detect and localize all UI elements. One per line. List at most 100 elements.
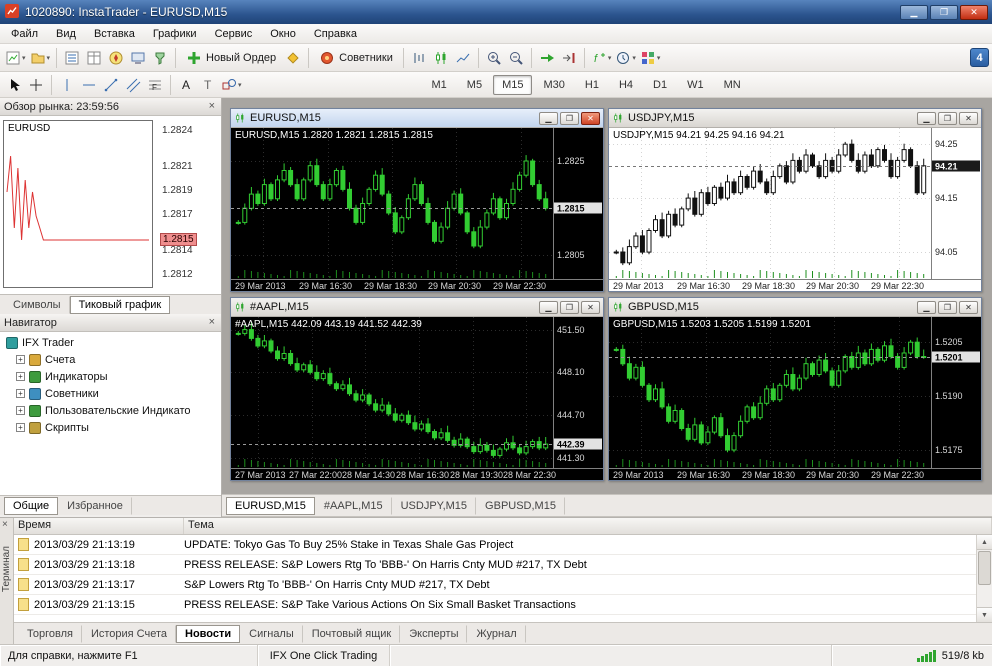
- chart-tab-active[interactable]: EURUSD,M15: [226, 496, 315, 515]
- tree-item[interactable]: + Пользовательские Индикато: [0, 402, 221, 419]
- terminal-tab-tab[interactable]: Журнал: [467, 624, 526, 643]
- navigator-icon[interactable]: [105, 47, 127, 69]
- minimize-button[interactable]: ▁: [917, 300, 936, 314]
- periods-icon[interactable]: ▾: [613, 47, 638, 69]
- expert-advisors-button[interactable]: Советники: [313, 47, 399, 69]
- line-chart-icon[interactable]: [452, 47, 474, 69]
- chart-window-gbpusd[interactable]: GBPUSD,M15 ▁ ❐ ✕ 1.5205 1.5190 1.5175 1.5201 2…: [608, 297, 982, 481]
- timeframe-m15[interactable]: M15: [493, 74, 533, 95]
- text-icon[interactable]: A: [175, 74, 197, 96]
- menu-item[interactable]: Файл: [2, 26, 47, 42]
- close-button[interactable]: ✕: [581, 111, 600, 125]
- menu-item[interactable]: Графики: [144, 26, 206, 42]
- chart-window-eurusd[interactable]: EURUSD,M15 ▁ ❐ ✕ 1.2825 1.2805 1.2815 29 Mar …: [230, 108, 604, 292]
- data-window-icon[interactable]: [83, 47, 105, 69]
- column-header-topic[interactable]: Тема: [184, 518, 992, 534]
- maximize-button[interactable]: ❐: [930, 4, 958, 20]
- tree-item[interactable]: + Советники: [0, 385, 221, 402]
- indicators-icon[interactable]: f ▾: [589, 47, 614, 69]
- close-button[interactable]: ✕: [581, 300, 600, 314]
- strategy-tester-icon[interactable]: [149, 47, 171, 69]
- chart-shift-icon[interactable]: [558, 47, 580, 69]
- news-scrollbar[interactable]: ▲ ▼: [976, 535, 992, 622]
- terminal-tab-tab[interactable]: Сигналы: [240, 624, 303, 643]
- profiles-icon[interactable]: ▾: [28, 47, 53, 69]
- chart-window-titlebar[interactable]: #AAPL,M15 ▁ ❐ ✕: [231, 298, 603, 317]
- scroll-up-icon[interactable]: ▲: [977, 535, 992, 550]
- tree-item[interactable]: + Счета: [0, 351, 221, 368]
- status-one-click-trading[interactable]: IFX One Click Trading: [258, 645, 390, 666]
- close-icon[interactable]: ×: [2, 519, 8, 530]
- candlestick-chart-aapl[interactable]: 451.50 448.10 444.70 441.30 442.39 27 Mar 201…: [231, 317, 603, 480]
- tree-root[interactable]: IFX Trader: [0, 334, 221, 351]
- bar-chart-icon[interactable]: [408, 47, 430, 69]
- timeframe-mn[interactable]: MN: [715, 75, 750, 95]
- timeframe-h4[interactable]: H4: [610, 75, 642, 95]
- market-watch-icon[interactable]: [61, 47, 83, 69]
- expand-icon[interactable]: +: [16, 355, 25, 364]
- close-icon[interactable]: ×: [207, 317, 217, 328]
- market-watch-tab-tab[interactable]: Символы: [4, 296, 70, 314]
- navigator-tab-tab[interactable]: Избранное: [58, 497, 132, 515]
- templates-icon[interactable]: ▾: [638, 47, 663, 69]
- close-button[interactable]: ✕: [959, 111, 978, 125]
- menu-item[interactable]: Вставка: [85, 26, 144, 42]
- cursor-icon[interactable]: [3, 74, 25, 96]
- candlestick-chart-gbpusd[interactable]: 1.5205 1.5190 1.5175 1.5201 29 Mar 2013 29 Ma…: [609, 317, 981, 480]
- metaeditor-icon[interactable]: [282, 47, 304, 69]
- restore-button[interactable]: ❐: [938, 300, 957, 314]
- timeframe-m1[interactable]: M1: [423, 75, 456, 95]
- chart-tab-tab[interactable]: GBPUSD,M15: [476, 496, 565, 515]
- panels-badge-button[interactable]: 4: [970, 48, 989, 67]
- trendline-icon[interactable]: [100, 74, 122, 96]
- minimize-button[interactable]: ▁: [917, 111, 936, 125]
- chart-window-titlebar[interactable]: GBPUSD,M15 ▁ ❐ ✕: [609, 298, 981, 317]
- timeframe-h1[interactable]: H1: [576, 75, 608, 95]
- vertical-line-icon[interactable]: [56, 74, 78, 96]
- column-header-time[interactable]: Время: [14, 518, 184, 534]
- expand-icon[interactable]: +: [16, 389, 25, 398]
- chart-window-aapl[interactable]: #AAPL,M15 ▁ ❐ ✕ 451.50 448.10 444.70 441.30 44…: [230, 297, 604, 481]
- chart-tab-tab[interactable]: #AAPL,M15: [315, 496, 392, 515]
- terminal-tab-active[interactable]: Новости: [176, 624, 241, 643]
- menu-item[interactable]: Вид: [47, 26, 85, 42]
- scroll-down-icon[interactable]: ▼: [977, 607, 992, 622]
- terminal-tab-tab[interactable]: История Счета: [82, 624, 177, 643]
- zoom-out-icon[interactable]: [505, 47, 527, 69]
- close-button[interactable]: ✕: [959, 300, 978, 314]
- restore-button[interactable]: ❐: [938, 111, 957, 125]
- text-label-icon[interactable]: T: [197, 74, 219, 96]
- expand-icon[interactable]: +: [16, 423, 25, 432]
- timeframe-d1[interactable]: D1: [644, 75, 676, 95]
- fibonacci-icon[interactable]: F: [144, 74, 166, 96]
- terminal-icon[interactable]: [127, 47, 149, 69]
- menu-item[interactable]: Справка: [305, 26, 366, 42]
- crosshair-icon[interactable]: [25, 74, 47, 96]
- timeframe-m5[interactable]: M5: [458, 75, 491, 95]
- chart-tab-tab[interactable]: USDJPY,M15: [392, 496, 477, 515]
- restore-button[interactable]: ❐: [560, 300, 579, 314]
- terminal-tab-tab[interactable]: Эксперты: [400, 624, 468, 643]
- market-watch-tab-active[interactable]: Тиковый график: [69, 296, 171, 314]
- news-row[interactable]: 2013/03/29 21:13:15 PRESS RELEASE: S&P Ta…: [14, 595, 992, 615]
- scrollbar-thumb[interactable]: [978, 551, 991, 585]
- chart-window-titlebar[interactable]: USDJPY,M15 ▁ ❐ ✕: [609, 109, 981, 128]
- terminal-tab-tab[interactable]: Почтовый ящик: [303, 624, 401, 643]
- close-button[interactable]: ✕: [960, 4, 988, 20]
- close-icon[interactable]: ×: [207, 101, 217, 112]
- news-row[interactable]: 2013/03/29 21:13:19 UPDATE: Tokyo Gas To …: [14, 535, 992, 555]
- channel-icon[interactable]: [122, 74, 144, 96]
- new-order-button[interactable]: Новый Ордер: [180, 47, 282, 69]
- tick-chart[interactable]: EURUSD: [3, 120, 153, 288]
- menu-item[interactable]: Окно: [261, 26, 305, 42]
- timeframe-w1[interactable]: W1: [678, 75, 713, 95]
- restore-button[interactable]: ❐: [560, 111, 579, 125]
- navigator-tab-active[interactable]: Общие: [4, 497, 59, 515]
- horizontal-line-icon[interactable]: [78, 74, 100, 96]
- news-row[interactable]: 2013/03/29 21:13:18 PRESS RELEASE: S&P Lo…: [14, 555, 992, 575]
- shapes-icon[interactable]: ▾: [219, 74, 244, 96]
- minimize-button[interactable]: ▁: [539, 111, 558, 125]
- candlestick-chart-usdjpy[interactable]: 94.25 94.15 94.05 94.21 29 Mar 2013 29 Mar 16…: [609, 128, 981, 291]
- zoom-in-icon[interactable]: [483, 47, 505, 69]
- candlestick-chart-icon[interactable]: [430, 47, 452, 69]
